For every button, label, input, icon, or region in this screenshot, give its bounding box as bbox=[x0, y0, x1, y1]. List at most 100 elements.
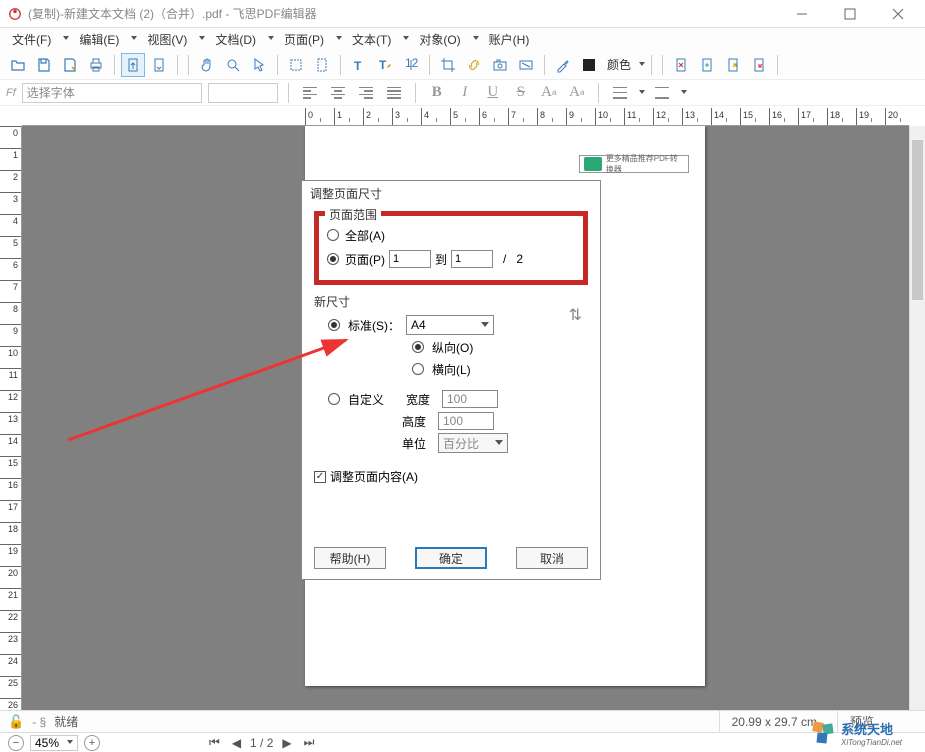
page-to-input[interactable] bbox=[451, 250, 493, 268]
page-import-icon[interactable] bbox=[747, 53, 771, 77]
font-size-select[interactable] bbox=[208, 83, 278, 103]
prev-page-button[interactable]: ◀ bbox=[229, 736, 244, 750]
page-range-group: 页面范围 全部(A) 页面(P) 到 / 2 bbox=[314, 211, 588, 285]
brand-name: 系统天地 bbox=[841, 719, 902, 738]
align-justify-icon[interactable] bbox=[383, 82, 405, 104]
adjust-content-label: 调整页面内容(A) bbox=[330, 468, 418, 485]
paper-size-select[interactable]: A4 bbox=[406, 315, 494, 335]
save-icon[interactable] bbox=[32, 53, 56, 77]
zoom-icon[interactable] bbox=[221, 53, 245, 77]
zoom-value[interactable]: 45% bbox=[30, 735, 78, 751]
size-legend: 新尺寸 bbox=[314, 293, 588, 310]
font-family-select[interactable]: 选择字体 bbox=[22, 83, 202, 103]
bold-icon[interactable]: B bbox=[426, 82, 448, 104]
page-export-icon[interactable] bbox=[721, 53, 745, 77]
ok-button[interactable]: 确定 bbox=[415, 547, 487, 569]
select-rect-icon[interactable] bbox=[284, 53, 308, 77]
all-pages-label: 全部(A) bbox=[345, 227, 385, 244]
pointer-icon[interactable] bbox=[247, 53, 271, 77]
horizontal-ruler: 0123456789101112131415161718192021 bbox=[22, 108, 909, 126]
underline-icon[interactable]: U bbox=[482, 82, 504, 104]
close-button[interactable] bbox=[883, 3, 913, 25]
vertical-scrollbar[interactable] bbox=[909, 126, 925, 710]
radio-all-pages[interactable] bbox=[327, 229, 339, 241]
zoom-out-button[interactable]: − bbox=[8, 735, 24, 751]
page-delete-icon[interactable] bbox=[669, 53, 693, 77]
subscript-icon[interactable]: Aa bbox=[566, 82, 588, 104]
link-icon[interactable] bbox=[462, 53, 486, 77]
camera-icon[interactable] bbox=[488, 53, 512, 77]
height-input[interactable] bbox=[438, 412, 494, 430]
page-add-icon[interactable] bbox=[695, 53, 719, 77]
save-as-icon[interactable] bbox=[58, 53, 82, 77]
eyedropper-icon[interactable] bbox=[551, 53, 575, 77]
unit-select[interactable]: 百分比 bbox=[438, 433, 508, 453]
align-right-icon[interactable] bbox=[355, 82, 377, 104]
width-label: 宽度 bbox=[406, 391, 436, 408]
menu-object[interactable]: 对象(O) bbox=[413, 29, 466, 50]
select-doc-icon[interactable] bbox=[310, 53, 334, 77]
menu-account[interactable]: 账户(H) bbox=[483, 29, 536, 50]
resize-page-dialog: 调整页面尺寸 页面范围 全部(A) 页面(P) 到 / 2 新尺寸 bbox=[301, 180, 601, 580]
radio-landscape[interactable] bbox=[412, 363, 424, 375]
menu-page[interactable]: 页面(P) bbox=[278, 29, 330, 50]
cancel-button[interactable]: 取消 bbox=[516, 547, 588, 569]
text-caret-icon[interactable]: 123 bbox=[399, 53, 423, 77]
page-indicator: 1 / 2 bbox=[250, 736, 273, 750]
page-from-input[interactable] bbox=[389, 250, 431, 268]
page-mode-2-icon[interactable] bbox=[147, 53, 171, 77]
page-mode-1-icon[interactable] bbox=[121, 53, 145, 77]
page-navigator: ⏮ ◀ 1 / 2 ▶ ⏭ bbox=[206, 735, 317, 750]
redact-icon[interactable] bbox=[514, 53, 538, 77]
align-center-icon[interactable] bbox=[327, 82, 349, 104]
to-label: 到 bbox=[435, 251, 447, 268]
italic-icon[interactable]: I bbox=[454, 82, 476, 104]
text-edit-icon[interactable]: T bbox=[373, 53, 397, 77]
crop-icon[interactable] bbox=[436, 53, 460, 77]
menu-text[interactable]: 文本(T) bbox=[346, 29, 397, 50]
page-range-legend: 页面范围 bbox=[325, 206, 381, 223]
total-pages-label: 2 bbox=[516, 252, 523, 266]
minimize-button[interactable] bbox=[787, 3, 817, 25]
menu-edit[interactable]: 编辑(E) bbox=[73, 29, 125, 50]
svg-text:T: T bbox=[354, 59, 362, 73]
title-bar: (复制)-新建文本文档 (2)（合并）.pdf - 飞思PDF编辑器 bbox=[0, 0, 925, 28]
maximize-button[interactable] bbox=[835, 3, 865, 25]
slash-label: / bbox=[503, 252, 506, 266]
strikethrough-icon[interactable]: S bbox=[510, 82, 532, 104]
last-page-button[interactable]: ⏭ bbox=[301, 735, 318, 750]
menu-view[interactable]: 视图(V) bbox=[141, 29, 193, 50]
radio-custom-size[interactable] bbox=[328, 393, 340, 405]
radio-page-range[interactable] bbox=[327, 253, 339, 265]
superscript-icon[interactable]: Aa bbox=[538, 82, 560, 104]
open-icon[interactable] bbox=[6, 53, 30, 77]
text-tool-icon[interactable]: T bbox=[347, 53, 371, 77]
first-page-button[interactable]: ⏮ bbox=[206, 735, 223, 750]
svg-text:123: 123 bbox=[405, 57, 419, 70]
help-button[interactable]: 帮助(H) bbox=[314, 547, 386, 569]
swap-dimensions-icon[interactable]: ⇅ bbox=[569, 305, 582, 325]
radio-portrait[interactable] bbox=[412, 341, 424, 353]
landscape-label: 横向(L) bbox=[432, 361, 471, 378]
char-spacing-icon[interactable] bbox=[651, 82, 673, 104]
menu-bar: 文件(F) 编辑(E) 视图(V) 文档(D) 页面(P) 文本(T) 对象(O… bbox=[0, 28, 925, 50]
width-input[interactable] bbox=[442, 390, 498, 408]
radio-standard-size[interactable] bbox=[328, 319, 340, 331]
align-left-icon[interactable] bbox=[299, 82, 321, 104]
line-height-icon[interactable] bbox=[609, 82, 631, 104]
adjust-content-checkbox[interactable]: ✓ bbox=[314, 471, 326, 483]
menu-document[interactable]: 文档(D) bbox=[209, 29, 262, 50]
font-toolbar: Ff 选择字体 B I U S Aa Aa bbox=[0, 80, 925, 106]
zoom-bar: − 45% + ⏮ ◀ 1 / 2 ▶ ⏭ bbox=[0, 732, 925, 752]
watermark-banner: 更多精品推荐PDF转换器 bbox=[579, 155, 689, 173]
brand-url: XiTongTianDi.net bbox=[841, 738, 902, 747]
next-page-button[interactable]: ▶ bbox=[279, 736, 294, 750]
status-text: 就绪 bbox=[54, 713, 710, 730]
color-swatch-icon[interactable] bbox=[577, 53, 601, 77]
menu-file[interactable]: 文件(F) bbox=[6, 29, 57, 50]
custom-label: 自定义 bbox=[348, 391, 400, 408]
zoom-in-button[interactable]: + bbox=[84, 735, 100, 751]
print-icon[interactable] bbox=[84, 53, 108, 77]
hand-icon[interactable] bbox=[195, 53, 219, 77]
height-label: 高度 bbox=[402, 413, 432, 430]
